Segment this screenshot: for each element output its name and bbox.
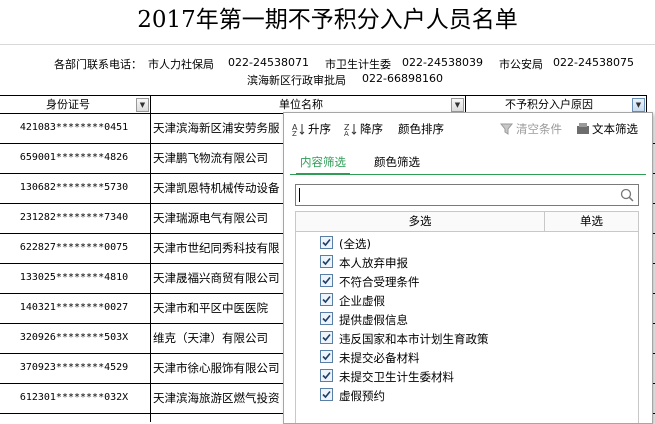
checkbox[interactable] [320, 350, 333, 363]
filter-tabs: 内容筛选 颜色筛选 [290, 152, 646, 175]
filter-option-label: (全选) [339, 237, 371, 251]
filter-option[interactable]: 提供虚假信息 [320, 311, 408, 329]
multi-select-header[interactable]: 多选 [296, 212, 545, 231]
filter-option-label: 违反国家和本市计划生育政策 [339, 332, 489, 346]
filter-dropdown-button[interactable]: ▼ [136, 98, 149, 112]
filter-option[interactable]: 不符合受理条件 [320, 273, 420, 291]
color-sort-button[interactable]: 颜色排序 [398, 120, 444, 138]
sort-ascending-icon: AZ [292, 123, 305, 136]
filter-search-input[interactable] [295, 184, 639, 206]
filter-option[interactable]: 企业虚假 [320, 292, 385, 310]
contact-phone: 022-24538071 [228, 56, 309, 69]
clear-filter-icon [500, 123, 514, 135]
svg-text:Z: Z [292, 130, 297, 136]
contact-dept: 市人力社保局 [148, 58, 214, 71]
filter-option[interactable]: 未提交卫生计生委材料 [320, 368, 454, 386]
filter-option-label: 本人放弃申报 [339, 256, 408, 270]
single-select-header[interactable]: 单选 [545, 212, 638, 231]
checkbox[interactable] [320, 293, 333, 306]
contact-dept: 市公安局 [499, 58, 543, 71]
filter-option-label: 虚假预约 [339, 389, 385, 403]
checkbox[interactable] [320, 369, 333, 382]
filter-option[interactable]: (全选) [320, 235, 371, 253]
filter-option[interactable]: 违反国家和本市计划生育政策 [320, 330, 489, 348]
filter-option-label: 提供虚假信息 [339, 313, 408, 327]
tab-content-filter[interactable]: 内容筛选 [296, 152, 350, 175]
filter-options-list: 多选 单选 (全选) 本人放弃申报 不符合受理条件 企业虚假提供虚假信息违反国家和本市… [295, 211, 639, 423]
checkmark-icon [322, 276, 331, 285]
list-header: 多选 单选 [296, 212, 638, 232]
filter-option-label: 未提交必备材料 [339, 351, 420, 365]
contact-dept: 滨海新区行政审批局 [247, 74, 346, 87]
filter-option-label: 未提交卫生计生委材料 [339, 370, 454, 384]
svg-text:A: A [344, 130, 349, 136]
divider [0, 44, 655, 45]
contact-phone: 022-24538075 [553, 56, 634, 69]
text-cursor [299, 188, 300, 202]
text-filter-button[interactable]: 文本筛选 [576, 120, 638, 138]
checkbox[interactable] [320, 255, 333, 268]
column-header-id: 身份证号 ▼ [0, 95, 150, 114]
checkbox[interactable] [320, 274, 333, 287]
checkbox[interactable] [320, 236, 333, 249]
checkmark-icon [322, 390, 331, 399]
filter-option-label: 不符合受理条件 [339, 275, 420, 289]
checkbox[interactable] [320, 331, 333, 344]
checkmark-icon [322, 333, 331, 342]
filter-option-label: 企业虚假 [339, 294, 385, 308]
sort-ascending-button[interactable]: A Z 升序 [292, 120, 331, 138]
contact-lead: 各部门联系电话： [54, 58, 142, 71]
checkbox[interactable] [320, 388, 333, 401]
filter-option[interactable]: 未提交必备材料 [320, 349, 420, 367]
checkmark-icon [322, 295, 331, 304]
checkmark-icon [322, 371, 331, 380]
sort-descending-icon: ZA [344, 123, 357, 136]
checkmark-icon [322, 257, 331, 266]
checkmark-icon [322, 352, 331, 361]
sheet-title: 2017年第一期不予积分入户人员名单 [137, 7, 518, 33]
contact-dept: 市卫生计生委 [325, 58, 391, 71]
checkmark-icon [322, 238, 331, 247]
search-icon[interactable] [620, 188, 634, 202]
filter-panel: A Z 升序 Z A 降序 颜色排序 清空条件 文本筛选 内容筛选 颜色筛选 多选 单选… [283, 112, 653, 424]
text-filter-icon [577, 123, 589, 134]
filter-dropdown-button[interactable]: ▼ [632, 98, 645, 112]
filter-option[interactable]: 虚假预约 [320, 387, 385, 405]
filter-dropdown-button[interactable]: ▼ [451, 98, 464, 112]
filter-option[interactable]: 本人放弃申报 [320, 254, 408, 272]
checkmark-icon [322, 314, 331, 323]
contact-phone: 022-66898160 [362, 72, 443, 85]
contact-phone: 022-24538039 [402, 56, 483, 69]
checkbox[interactable] [320, 312, 333, 325]
tab-color-filter[interactable]: 颜色筛选 [370, 152, 424, 173]
clear-conditions-button[interactable]: 清空条件 [500, 120, 562, 138]
sort-descending-button[interactable]: Z A 降序 [344, 120, 383, 138]
